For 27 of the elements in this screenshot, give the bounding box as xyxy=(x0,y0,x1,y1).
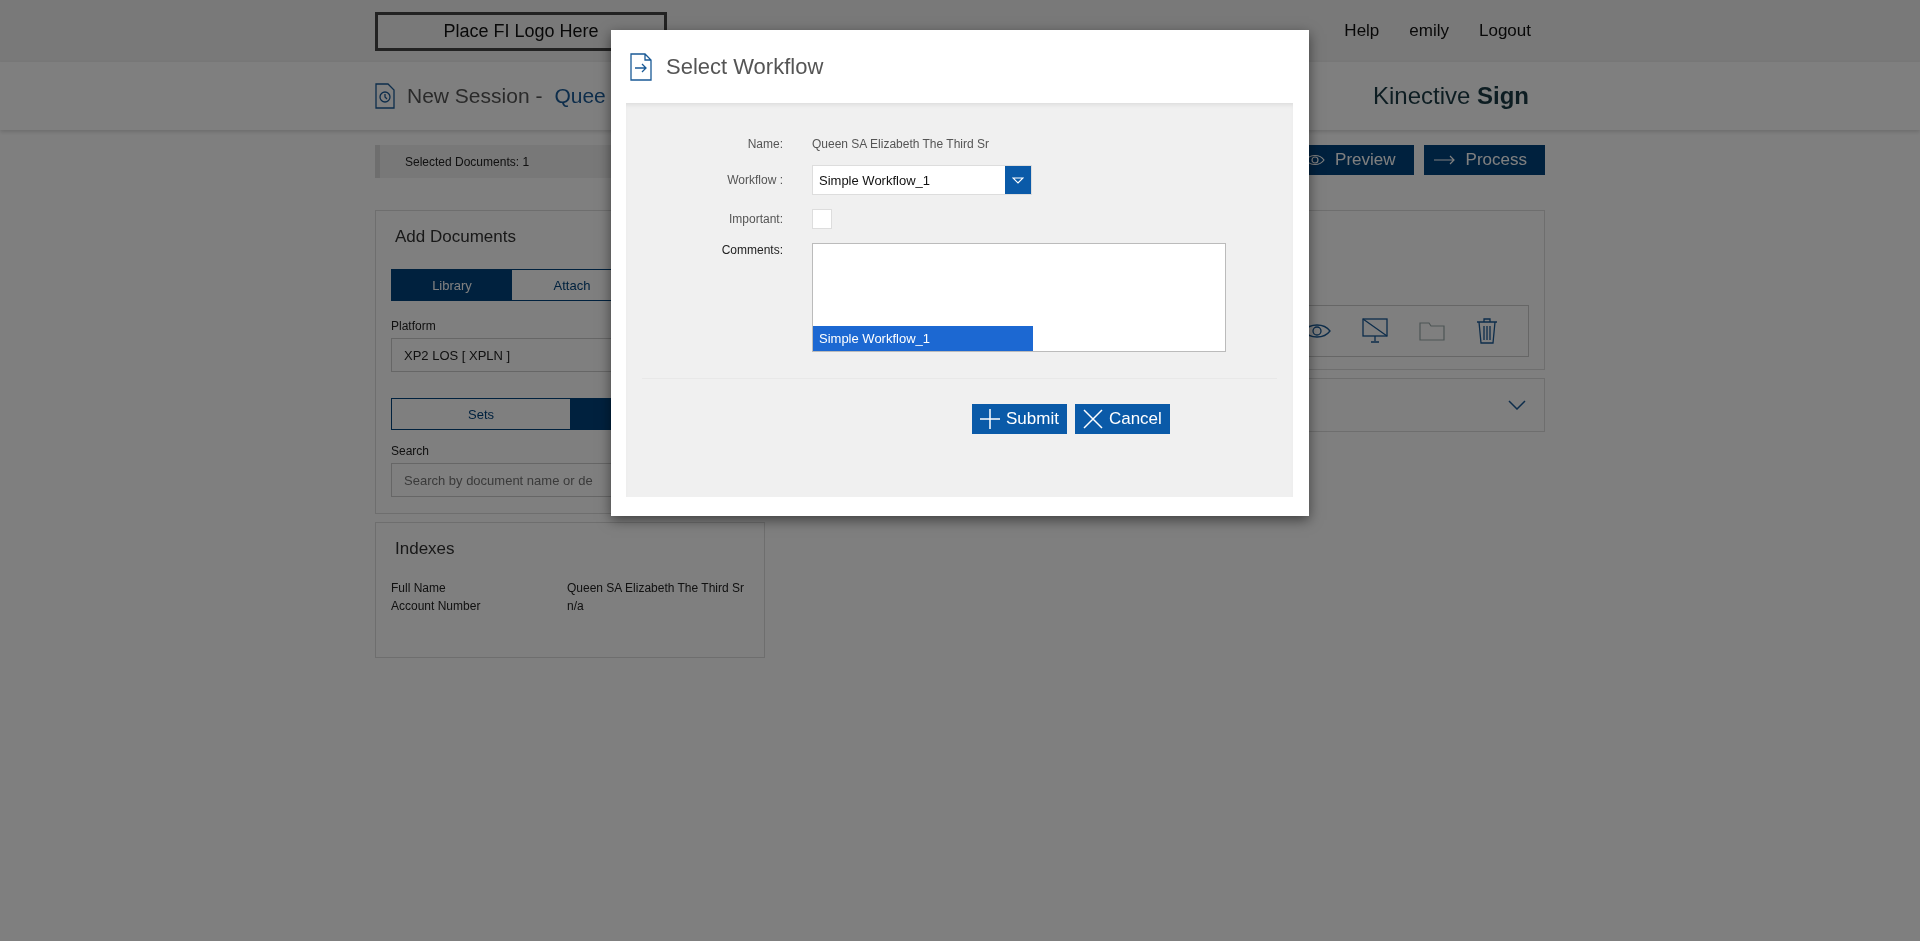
field-label: Name: xyxy=(747,137,783,151)
submit-button[interactable]: Submit xyxy=(972,404,1067,434)
card-title: Add Documents xyxy=(394,227,517,247)
field-label: Platform xyxy=(391,319,437,333)
card-title: Indexes xyxy=(394,539,456,559)
logo-text: Place FI Logo Here xyxy=(443,20,599,42)
page-title: New Session - xyxy=(407,84,543,108)
process-button[interactable]: Process xyxy=(1423,145,1545,175)
field-label: Workflow : xyxy=(727,173,783,187)
nav-link[interactable]: Logout xyxy=(1479,21,1531,41)
source-tab[interactable]: Library xyxy=(392,270,512,300)
name-value: Queen SA Elizabeth The Third Sr xyxy=(812,137,990,151)
index-label: Account Number xyxy=(391,599,482,613)
brand-logo: Kinective Sign xyxy=(1372,82,1530,110)
cancel-button[interactable]: Cancel xyxy=(1074,404,1170,434)
workflow-select[interactable]: Simple Workflow_1 xyxy=(812,165,1032,195)
dropdown-option[interactable]: Simple Workflow_1 xyxy=(813,326,1033,351)
field-label: Comments: xyxy=(721,243,783,257)
index-value: Queen SA Elizabeth The Third Sr xyxy=(567,581,744,595)
nav-link[interactable]: emily xyxy=(1409,21,1449,41)
index-value: n/a xyxy=(567,599,584,613)
index-label: Full Name xyxy=(391,581,447,595)
field-label: Search xyxy=(391,444,431,458)
dialog-title: Select Workflow xyxy=(666,53,824,80)
session-name: Quee xyxy=(554,84,606,108)
field-label: Important: xyxy=(728,212,783,226)
nav-link[interactable]: Help xyxy=(1344,21,1380,41)
